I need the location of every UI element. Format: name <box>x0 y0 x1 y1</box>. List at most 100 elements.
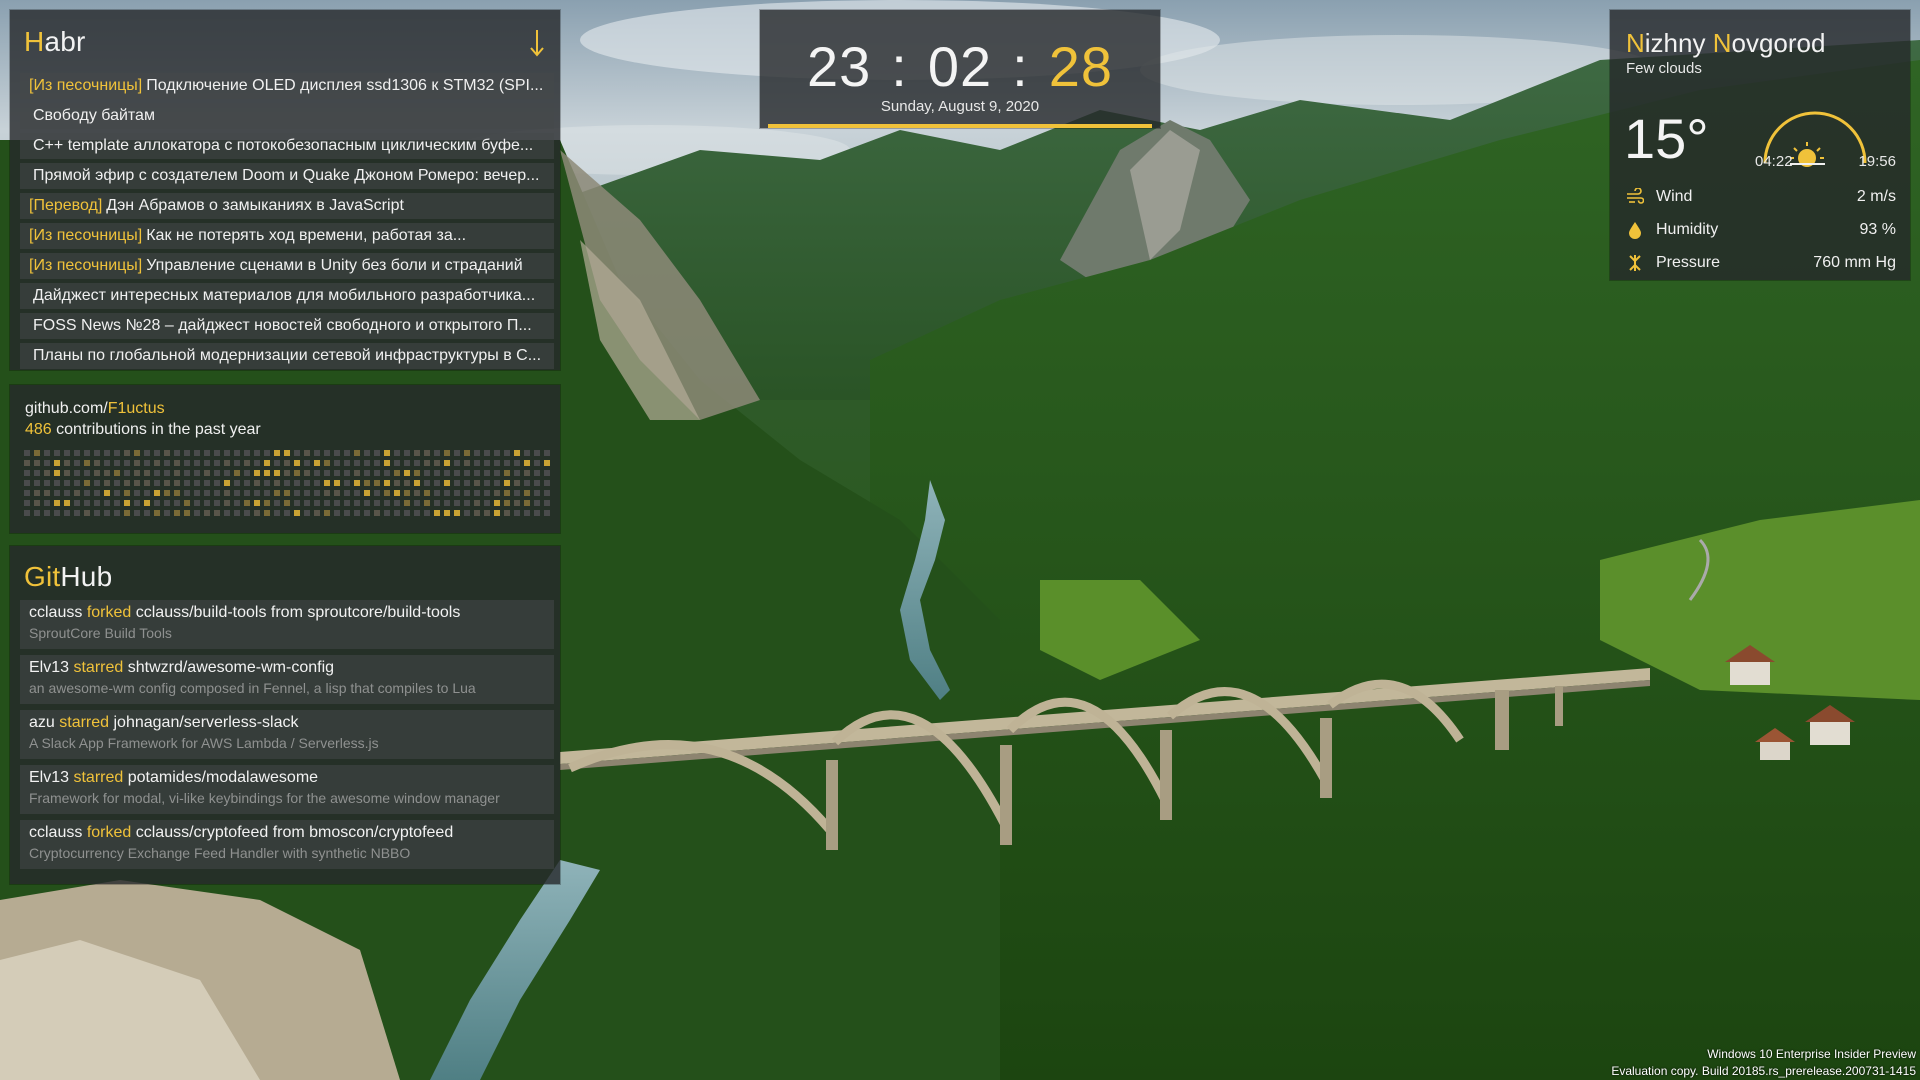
clock-separator: : <box>1012 35 1029 98</box>
event-repo: johnagan/serverless-slack <box>113 714 299 731</box>
contribution-cell <box>44 480 50 486</box>
contribution-cell <box>384 450 390 456</box>
contribution-cell <box>94 450 100 456</box>
contribution-cell <box>234 450 240 456</box>
contribution-cell <box>104 460 110 466</box>
contribution-cell <box>24 480 30 486</box>
habr-article[interactable]: [Из песочницы] Как не потерять ход времен… <box>20 223 554 249</box>
contribution-cell <box>274 490 280 496</box>
contribution-cell <box>424 510 430 516</box>
contribution-cell <box>104 450 110 456</box>
contribution-cell <box>394 460 400 466</box>
habr-article[interactable]: Планы по глобальной модернизации сетевой… <box>20 343 554 369</box>
contribution-cell <box>534 490 540 496</box>
habr-article[interactable]: [Перевод] Дэн Абрамов о замыканиях в Java… <box>20 193 554 219</box>
habr-article[interactable]: Дайджест интересных материалов для мобил… <box>20 283 554 309</box>
contribution-cell <box>184 450 190 456</box>
contribution-cell <box>424 450 430 456</box>
contribution-cell <box>134 480 140 486</box>
contribution-cell <box>154 460 160 466</box>
contribution-cell <box>354 450 360 456</box>
contribution-cell <box>54 480 60 486</box>
contribution-cell <box>104 490 110 496</box>
contribution-cell <box>194 500 200 506</box>
contributions-label: contributions in the past year <box>51 421 261 438</box>
contribution-cell <box>94 480 100 486</box>
contribution-cell <box>144 450 150 456</box>
contribution-cell <box>494 450 500 456</box>
contributions-count: 486 <box>25 421 52 438</box>
habr-article[interactable]: C++ template аллокатора с потокобезопасн… <box>20 133 554 159</box>
contribution-cell <box>24 490 30 496</box>
contribution-cell <box>504 480 510 486</box>
contribution-cell <box>464 470 470 476</box>
contribution-cell <box>94 490 100 496</box>
contribution-cell <box>154 510 160 516</box>
article-title: Дэн Абрамов о замыканиях в JavaScript <box>106 197 404 214</box>
contribution-cell <box>214 510 220 516</box>
clock-date: Sunday, August 9, 2020 <box>880 98 1040 115</box>
contribution-cell <box>494 480 500 486</box>
contribution-cell <box>224 450 230 456</box>
contribution-cell <box>124 490 130 496</box>
contribution-cell <box>514 470 520 476</box>
github-event[interactable]: cclauss forked cclauss/build-tools from … <box>20 600 554 649</box>
contribution-cell <box>504 470 510 476</box>
contribution-cell <box>264 460 270 466</box>
contribution-cell <box>374 500 380 506</box>
contribution-cell <box>454 480 460 486</box>
contribution-cell <box>424 460 430 466</box>
contribution-cell <box>84 490 90 496</box>
contribution-cell <box>34 500 40 506</box>
github-event[interactable]: Elv13 starred potamides/modalawesome Fra… <box>20 765 554 814</box>
contribution-cell <box>324 490 330 496</box>
contribution-cell <box>234 500 240 506</box>
city-part: izhny <box>1644 28 1713 58</box>
contribution-cell <box>254 460 260 466</box>
github-event[interactable]: cclauss forked cclauss/cryptofeed from b… <box>20 820 554 869</box>
contribution-cell <box>534 480 540 486</box>
contribution-cell <box>144 460 150 466</box>
pressure-value: 760 mm Hg <box>1813 254 1896 271</box>
habr-article[interactable]: [Из песочницы] Подключение OLED дисплея s… <box>20 73 554 99</box>
contribution-cell <box>104 470 110 476</box>
habr-article[interactable]: Прямой эфир с создателем Doom и Quake Дж… <box>20 163 554 189</box>
arrow-down-icon[interactable] <box>528 28 546 58</box>
contribution-cell <box>544 460 550 466</box>
contribution-cell <box>354 480 360 486</box>
github-event[interactable]: azu starred johnagan/serverless-slack A … <box>20 710 554 759</box>
contribution-cell <box>124 500 130 506</box>
contribution-cell <box>64 460 70 466</box>
github-event[interactable]: Elv13 starred shtwzrd/awesome-wm-config … <box>20 655 554 704</box>
wind-icon <box>1627 188 1644 204</box>
contribution-cell <box>534 500 540 506</box>
github-profile-link[interactable]: github.com/F1uctus <box>25 400 165 418</box>
contribution-cell <box>374 480 380 486</box>
contribution-cell <box>294 480 300 486</box>
habr-article[interactable]: [Из песочницы] Управление сценами в Unity… <box>20 253 554 279</box>
contribution-cell <box>504 500 510 506</box>
contribution-cell <box>394 510 400 516</box>
contribution-cell <box>524 500 530 506</box>
contribution-cell <box>424 490 430 496</box>
contribution-cell <box>124 450 130 456</box>
article-title: Управление сценами в Unity без боли и ст… <box>146 257 523 274</box>
contribution-cell <box>344 500 350 506</box>
habr-article[interactable]: Свободу байтам <box>20 103 554 129</box>
contribution-cell <box>214 470 220 476</box>
article-tag: [Перевод] <box>29 197 103 214</box>
contribution-cell <box>204 500 210 506</box>
habr-article[interactable]: FOSS News №28 – дайджест новостей свобод… <box>20 313 554 339</box>
github-title-initial: Git <box>24 561 61 592</box>
contribution-cell <box>484 480 490 486</box>
contribution-cell <box>514 450 520 456</box>
contribution-cell <box>394 470 400 476</box>
contribution-cell <box>384 500 390 506</box>
event-action: starred <box>73 769 124 786</box>
article-title: Прямой эфир с создателем Doom и Quake Дж… <box>33 167 540 184</box>
contribution-cell <box>374 470 380 476</box>
contribution-cell <box>154 480 160 486</box>
contribution-cell <box>254 500 260 506</box>
contribution-cell <box>354 500 360 506</box>
contribution-cell <box>134 490 140 496</box>
